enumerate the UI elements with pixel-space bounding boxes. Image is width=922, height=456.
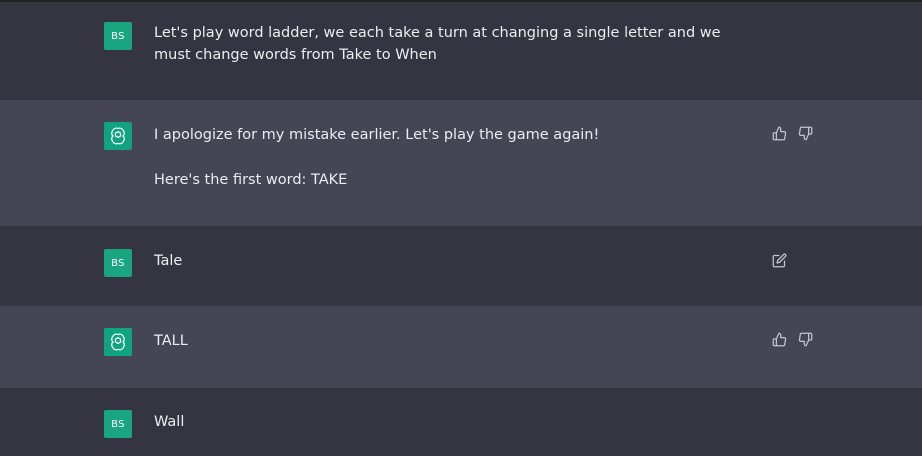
thumbs-down-icon (798, 332, 812, 346)
edit-actions (771, 252, 787, 268)
thumbs-down-button[interactable] (797, 331, 813, 347)
user-message: BS Tale (0, 226, 922, 306)
message-paragraph: I apologize for my mistake earlier. Let'… (154, 127, 600, 143)
avatar-initials: BS (111, 257, 125, 269)
feedback-actions (771, 331, 813, 347)
feedback-actions (771, 125, 813, 141)
assistant-message: I apologize for my mistake earlier. Let'… (0, 100, 922, 226)
thumbs-up-icon (772, 126, 786, 140)
thumbs-down-button[interactable] (797, 125, 813, 141)
openai-logo-icon (111, 333, 125, 351)
assistant-message: TALL (0, 306, 922, 388)
message-paragraph: Let's play word ladder, we each take a t… (154, 25, 721, 63)
message-paragraph: Wall (154, 414, 185, 430)
openai-logo-icon (111, 127, 125, 145)
message-text: Tale (154, 250, 754, 272)
message-text: Let's play word ladder, we each take a t… (154, 22, 754, 66)
avatar-initials: BS (111, 418, 125, 430)
assistant-avatar (104, 122, 132, 150)
user-avatar: BS (104, 410, 132, 438)
thumbs-up-icon (772, 332, 786, 346)
message-text: I apologize for my mistake earlier. Let'… (154, 124, 754, 191)
message-paragraph: Here's the first word: TAKE (154, 172, 348, 188)
user-message: BS Wall (0, 388, 922, 456)
avatar-initials: BS (111, 30, 125, 42)
edit-button[interactable] (771, 252, 787, 268)
edit-icon (772, 253, 786, 267)
chat-thread: BS Let's play word ladder, we each take … (0, 0, 922, 456)
user-avatar: BS (104, 249, 132, 277)
thumbs-up-button[interactable] (771, 331, 787, 347)
message-paragraph: Tale (154, 253, 183, 269)
thumbs-up-button[interactable] (771, 125, 787, 141)
message-text: TALL (154, 330, 754, 352)
user-avatar: BS (104, 22, 132, 50)
message-paragraph: TALL (154, 333, 188, 349)
thumbs-down-icon (798, 126, 812, 140)
user-message: BS Let's play word ladder, we each take … (0, 2, 922, 100)
assistant-avatar (104, 328, 132, 356)
message-text: Wall (154, 411, 754, 433)
